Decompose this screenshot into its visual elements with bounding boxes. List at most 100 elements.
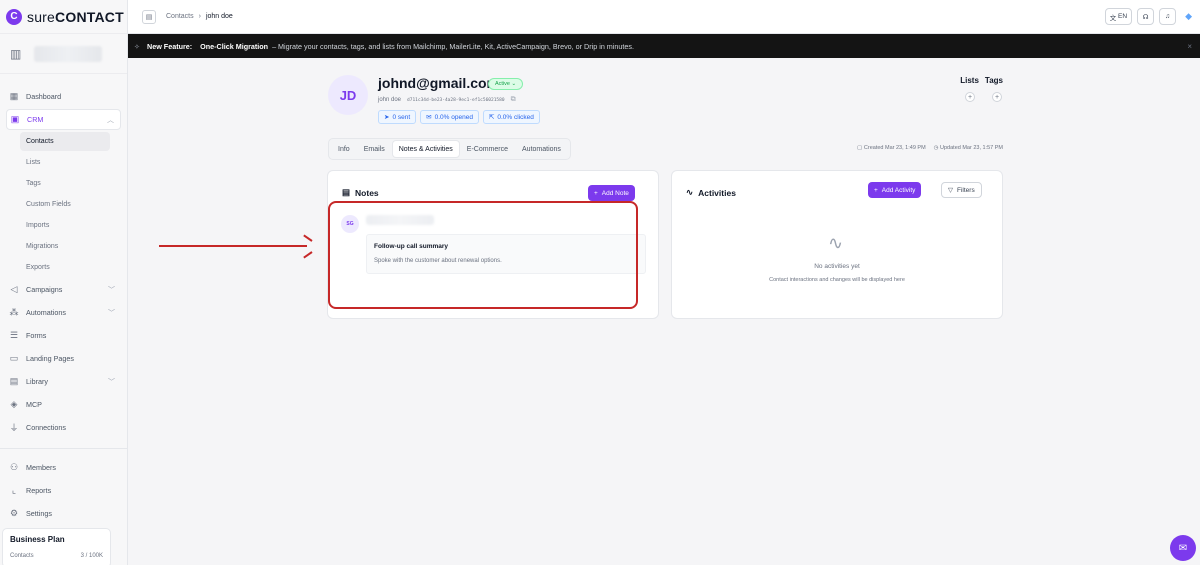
breadcrumb-contacts[interactable]: Contacts: [166, 13, 194, 20]
document-icon: ▤: [342, 187, 351, 197]
chat-icon: ✉: [1178, 542, 1188, 554]
status-badge[interactable]: Active ⌄: [488, 78, 524, 90]
megaphone-icon: ◁: [10, 284, 18, 294]
annotation-highlight-box: [328, 201, 638, 309]
sidebar-item-label: Connections: [26, 423, 66, 432]
sidebar-item-campaigns[interactable]: ◁ Campaigns ﹀: [6, 279, 121, 300]
add-activity-button[interactable]: + Add Activity: [868, 182, 922, 198]
chevron-up-icon: ︿: [107, 116, 114, 124]
sidebar-nav: ▦ Dashboard ▣ CRM ︿ Contacts Lists Tags …: [0, 74, 127, 524]
sidebar-item-label: Library: [26, 377, 48, 386]
gem-icon[interactable]: ◆: [1185, 11, 1192, 22]
form-icon: ☰: [9, 330, 19, 340]
sidebar-subitem-lists[interactable]: Lists: [20, 153, 109, 172]
tab-notes-activities[interactable]: Notes & Activities: [392, 141, 459, 157]
contact-detail: JD johnd@gmail.com Active ⌄ john doe d71…: [128, 58, 1200, 565]
sidebar-item-label: CRM: [27, 115, 44, 124]
sidebar-item-automations[interactable]: ⁂ Automations ﹀: [6, 302, 121, 323]
sidebar-subitem-migrations[interactable]: Migrations: [20, 237, 109, 256]
sidebar-item-mcp[interactable]: ◈ MCP: [6, 394, 121, 415]
sidebar-item-crm[interactable]: ▣ CRM ︿: [6, 109, 121, 130]
header-actions: 文 EN ☊ ♫ ◆: [1104, 8, 1192, 25]
add-note-button[interactable]: + Add Note: [588, 185, 635, 201]
send-icon: ➤: [384, 114, 390, 121]
flow-icon: ⁂: [9, 307, 19, 317]
mcp-icon: ◈: [10, 399, 18, 409]
chart-icon: ⌞: [11, 485, 17, 495]
plan-title: Business Plan: [10, 535, 65, 544]
close-icon[interactable]: ×: [1187, 42, 1192, 51]
created-timestamp: ▢ Created Mar 23, 1:49 PM: [857, 145, 926, 151]
sidebar-subitem-exports[interactable]: Exports: [20, 258, 109, 277]
tab-emails[interactable]: Emails: [358, 141, 391, 157]
tab-automations[interactable]: Automations: [516, 141, 567, 157]
tags-label: Tags: [984, 76, 1003, 85]
sidebar-item-label: Reports: [26, 486, 52, 495]
sidebar-subitem-custom-fields[interactable]: Custom Fields: [20, 195, 109, 214]
plus-icon: +: [967, 93, 973, 101]
org-name-redacted: [34, 45, 102, 62]
grid-icon: ▦: [9, 91, 19, 101]
plus-icon: +: [874, 186, 878, 194]
add-list-button[interactable]: +: [965, 92, 975, 102]
support-button[interactable]: ☊: [1137, 8, 1155, 25]
banner-feature: One-Click Migration: [200, 41, 269, 51]
stat-clicked: ⇱ 0.0% clicked: [482, 110, 540, 124]
plus-icon: +: [994, 93, 1000, 101]
sidebar-item-settings[interactable]: ⚙ Settings: [6, 503, 121, 524]
lists-tags-header: Lists Tags: [960, 76, 1003, 85]
contact-tabs: Info Emails Notes & Activities E-Commerc…: [328, 138, 571, 160]
sidebar-divider: [0, 448, 127, 449]
notifications-button[interactable]: ♫: [1159, 8, 1177, 25]
breadcrumb: Contacts › john doe: [166, 13, 233, 20]
sidebar-item-landing-pages[interactable]: ▭ Landing Pages: [6, 348, 121, 369]
page-icon: ▭: [9, 353, 19, 363]
tab-ecommerce[interactable]: E-Commerce: [461, 141, 514, 157]
app-root: C sureCONTACT ▥ ▦ Dashboard ▣ CRM ︿ Cont…: [0, 0, 1200, 565]
clock-icon: ◷: [933, 145, 939, 151]
logo-icon: C: [6, 8, 22, 25]
sidebar-item-dashboard[interactable]: ▦ Dashboard: [6, 86, 121, 107]
contact-uid: d711c34d-be23-4a28-9ec1-ef1c56021580: [407, 97, 505, 103]
sidebar-item-connections[interactable]: ⏚ Connections: [6, 417, 121, 438]
brand-logo[interactable]: C sureCONTACT: [0, 0, 127, 34]
copy-icon[interactable]: ⧉: [511, 96, 516, 104]
annotation-arrow-head: [302, 237, 316, 255]
sidebar-item-label: Members: [26, 463, 56, 472]
org-switcher[interactable]: ▥: [0, 34, 127, 74]
contact-name: john doe: [378, 97, 402, 103]
add-tag-button[interactable]: +: [992, 92, 1002, 102]
lists-label: Lists: [960, 76, 979, 85]
language-button[interactable]: 文 EN: [1104, 8, 1133, 25]
sidebar-subitem-imports[interactable]: Imports: [20, 216, 109, 235]
toggle-sidebar-icon[interactable]: ▤: [142, 9, 156, 24]
plan-usage-value: 3 / 100K: [80, 553, 103, 559]
sidebar-item-library[interactable]: ▤ Library ﹀: [6, 371, 121, 392]
sidebar-subitem-contacts[interactable]: Contacts: [20, 132, 110, 151]
sidebar-item-label: Landing Pages: [26, 354, 74, 363]
sparkle-icon: ✧: [134, 41, 141, 51]
sidebar-item-label: Campaigns: [26, 285, 63, 294]
sidebar-item-members[interactable]: ⚇ Members: [6, 457, 121, 478]
cursor-click-icon: ⇱: [488, 114, 495, 121]
plan-card[interactable]: Business Plan Contacts 3 / 100K: [2, 528, 111, 565]
sidebar: C sureCONTACT ▥ ▦ Dashboard ▣ CRM ︿ Cont…: [0, 0, 128, 565]
plus-icon: +: [594, 189, 598, 197]
sidebar-item-forms[interactable]: ☰ Forms: [6, 325, 121, 346]
stat-opened: ✉ 0.0% opened: [420, 110, 479, 124]
filters-button[interactable]: ▽ Filters: [941, 182, 982, 198]
chat-support-button[interactable]: ✉: [1170, 535, 1196, 561]
sidebar-item-label: Settings: [26, 509, 52, 518]
crm-icon: ▣: [10, 114, 20, 124]
chevron-down-icon: ﹀: [108, 286, 115, 294]
headset-icon: ☊: [1142, 13, 1149, 21]
empty-state-subtitle: Contact interactions and changes will be…: [769, 277, 905, 283]
gear-icon: ⚙: [9, 508, 19, 518]
library-icon: ▤: [9, 376, 19, 386]
calendar-icon: ▢: [857, 145, 863, 151]
tab-info[interactable]: Info: [332, 141, 356, 157]
sidebar-item-reports[interactable]: ⌞ Reports: [6, 480, 121, 501]
filter-icon: ▽: [948, 187, 953, 194]
updated-timestamp: ◷ Updated Mar 23, 1:57 PM: [933, 145, 1003, 151]
sidebar-subitem-tags[interactable]: Tags: [20, 174, 109, 193]
